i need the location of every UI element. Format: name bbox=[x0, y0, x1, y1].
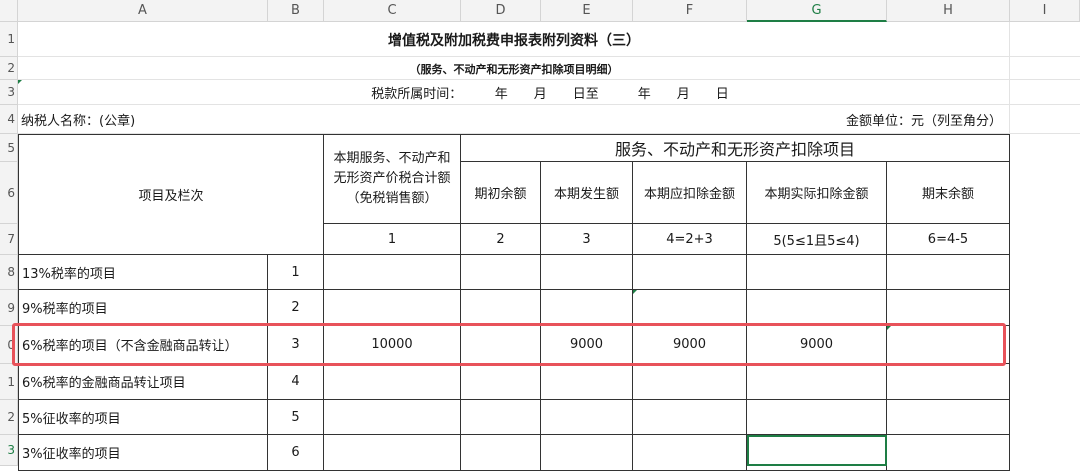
cell-f[interactable] bbox=[633, 364, 747, 400]
cell-c[interactable] bbox=[324, 400, 461, 435]
cell-f[interactable] bbox=[633, 290, 747, 326]
tax-period: 税款所属时间： 年 月 日至 年 月 日 bbox=[371, 87, 729, 102]
sub-header-current: 本期发生额 bbox=[541, 162, 633, 224]
column-header-e[interactable]: E bbox=[541, 0, 633, 22]
item-line-no[interactable]: 2 bbox=[268, 290, 324, 326]
cell-f[interactable] bbox=[633, 400, 747, 435]
col-number-5: 5(5≤1且5≤4) bbox=[747, 224, 887, 255]
cell-d[interactable] bbox=[461, 326, 541, 364]
col-number-4: 4=2+3 bbox=[633, 224, 747, 255]
cell-g[interactable] bbox=[747, 255, 887, 290]
cell-d[interactable] bbox=[461, 364, 541, 400]
column-header-a[interactable]: A bbox=[18, 0, 268, 22]
row-header-2[interactable]: 2 bbox=[0, 57, 18, 80]
column-header-g[interactable]: G bbox=[747, 0, 887, 22]
item-label[interactable]: 6%税率的金融商品转让项目 bbox=[18, 364, 268, 400]
cell-h[interactable] bbox=[887, 290, 1010, 326]
column-c-header: 本期服务、不动产和无形资产价税合计额（免税销售额） bbox=[324, 134, 461, 224]
cell-d[interactable] bbox=[461, 400, 541, 435]
cell-h[interactable] bbox=[887, 255, 1010, 290]
column-header-c[interactable]: C bbox=[324, 0, 461, 22]
row-header-5[interactable]: 5 bbox=[0, 134, 18, 162]
deduction-group-header: 服务、不动产和无形资产扣除项目 bbox=[461, 134, 1010, 162]
col-number-6: 6=4-5 bbox=[887, 224, 1010, 255]
column-header-h[interactable]: H bbox=[887, 0, 1010, 22]
cell-e[interactable] bbox=[541, 290, 633, 326]
cell-d[interactable] bbox=[461, 290, 541, 326]
column-header-b[interactable]: B bbox=[268, 0, 324, 22]
row-header-4[interactable]: 4 bbox=[0, 105, 18, 134]
column-header-f[interactable]: F bbox=[633, 0, 747, 22]
item-line-no[interactable]: 3 bbox=[268, 326, 324, 364]
cell-c[interactable] bbox=[324, 364, 461, 400]
row-header-12[interactable]: 2 bbox=[0, 400, 18, 435]
sub-header-actual: 本期实际扣除金额 bbox=[747, 162, 887, 224]
cell-f[interactable] bbox=[633, 255, 747, 290]
comment-marker-icon bbox=[633, 290, 637, 294]
item-line-no[interactable]: 4 bbox=[268, 364, 324, 400]
item-line-no[interactable]: 5 bbox=[268, 400, 324, 435]
row-header-6[interactable]: 6 bbox=[0, 162, 18, 224]
cell-e[interactable] bbox=[541, 400, 633, 435]
cell-c[interactable] bbox=[324, 255, 461, 290]
column-header-i[interactable]: I bbox=[1010, 0, 1080, 22]
row-header-11[interactable]: 1 bbox=[0, 364, 18, 400]
sub-header-closing: 期末余额 bbox=[887, 162, 1010, 224]
item-label[interactable]: 5%征收率的项目 bbox=[18, 400, 268, 435]
cell-e[interactable] bbox=[541, 364, 633, 400]
taxpayer-name-label: 纳税人名称：(公章) bbox=[21, 114, 136, 129]
item-label[interactable]: 6%税率的项目（不含金融商品转让） bbox=[18, 326, 268, 364]
item-header: 项目及栏次 bbox=[18, 134, 324, 255]
cell-g[interactable] bbox=[747, 290, 887, 326]
amount-unit-label: 金额单位：元（列至角分） bbox=[845, 114, 1002, 129]
cell-f[interactable]: 9000 bbox=[633, 326, 747, 364]
cell-g[interactable] bbox=[747, 400, 887, 435]
row-header-8[interactable]: 8 bbox=[0, 255, 18, 290]
sub-header-deductible: 本期应扣除金额 bbox=[633, 162, 747, 224]
cell-c[interactable]: 10000 bbox=[324, 326, 461, 364]
cell-g[interactable]: 9000 bbox=[747, 326, 887, 364]
col-number-1: 1 bbox=[324, 224, 461, 255]
row-header-7[interactable]: 7 bbox=[0, 224, 18, 255]
cell-h[interactable] bbox=[887, 326, 1010, 364]
column-header-d[interactable]: D bbox=[461, 0, 541, 22]
cell-e[interactable] bbox=[541, 255, 633, 290]
row-header-13[interactable]: 3 bbox=[0, 435, 18, 466]
sub-header-opening: 期初余额 bbox=[461, 162, 541, 224]
row-header-1[interactable]: 1 bbox=[0, 22, 18, 57]
sheet-title: 增值税及附加税费申报表附列资料（三） bbox=[388, 32, 640, 49]
sheet-subtitle: （服务、不动产和无形资产扣除项目明细） bbox=[409, 62, 619, 76]
comment-marker-icon bbox=[18, 80, 22, 84]
select-all-corner[interactable] bbox=[0, 0, 18, 22]
cell-h[interactable] bbox=[887, 364, 1010, 400]
cell-d[interactable] bbox=[461, 255, 541, 290]
cell-g[interactable] bbox=[747, 364, 887, 400]
comment-marker-icon bbox=[887, 326, 891, 330]
col-number-3: 3 bbox=[541, 224, 633, 255]
item-label[interactable]: 13%税率的项目 bbox=[18, 255, 268, 290]
cell-e[interactable]: 9000 bbox=[541, 326, 633, 364]
cell-h[interactable] bbox=[887, 400, 1010, 435]
col-number-2: 2 bbox=[461, 224, 541, 255]
cell-c[interactable] bbox=[324, 290, 461, 326]
item-label[interactable]: 9%税率的项目 bbox=[18, 290, 268, 326]
item-line-no[interactable]: 1 bbox=[268, 255, 324, 290]
row-header-3[interactable]: 3 bbox=[0, 80, 18, 105]
row-header-10[interactable]: 0 bbox=[0, 326, 18, 364]
spreadsheet[interactable]: A B C D E F G H I 1 2 3 4 5 6 7 8 9 0 1 … bbox=[0, 0, 1080, 471]
row-header-9[interactable]: 9 bbox=[0, 290, 18, 326]
